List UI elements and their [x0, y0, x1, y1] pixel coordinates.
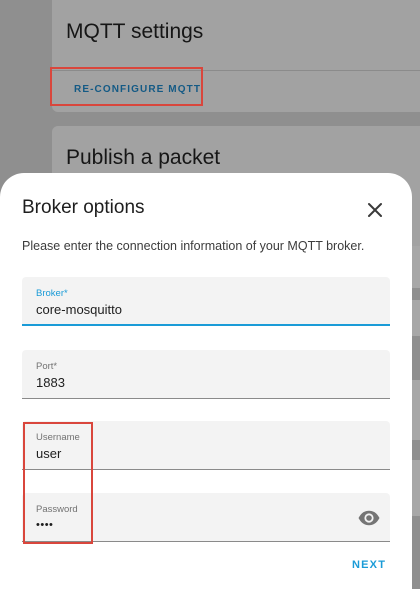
- dialog-description: Please enter the connection information …: [22, 239, 365, 253]
- broker-field[interactable]: Broker* core-mosquitto: [22, 277, 390, 326]
- mqtt-settings-title: MQTT settings: [66, 20, 204, 43]
- card-divider: [52, 70, 420, 71]
- username-value: user: [36, 446, 62, 461]
- publish-packet-title: Publish a packet: [66, 146, 221, 169]
- password-field[interactable]: Password ••••: [22, 493, 390, 542]
- port-label: Port*: [36, 361, 58, 372]
- background-edge: [412, 300, 420, 336]
- reconfigure-mqtt-button[interactable]: RE-CONFIGURE MQTT: [74, 84, 201, 95]
- broker-options-dialog: Broker options Please enter the connecti…: [0, 173, 412, 589]
- password-value: ••••: [36, 519, 54, 531]
- mqtt-settings-card: MQTT settings RE-CONFIGURE MQTT: [52, 0, 420, 112]
- background-edge: [412, 246, 420, 288]
- broker-value: core-mosquitto: [36, 302, 122, 317]
- port-field[interactable]: Port* 1883: [22, 350, 390, 399]
- background-edge: [412, 380, 420, 440]
- eye-icon[interactable]: [357, 506, 381, 530]
- background-edge: [412, 460, 420, 516]
- port-value: 1883: [36, 375, 65, 390]
- username-label: Username: [36, 432, 80, 443]
- password-label: Password: [36, 504, 78, 515]
- dialog-title: Broker options: [22, 197, 145, 218]
- next-button[interactable]: NEXT: [352, 559, 386, 571]
- broker-label: Broker*: [36, 288, 68, 299]
- close-icon[interactable]: [364, 199, 386, 221]
- username-field[interactable]: Username user: [22, 421, 390, 470]
